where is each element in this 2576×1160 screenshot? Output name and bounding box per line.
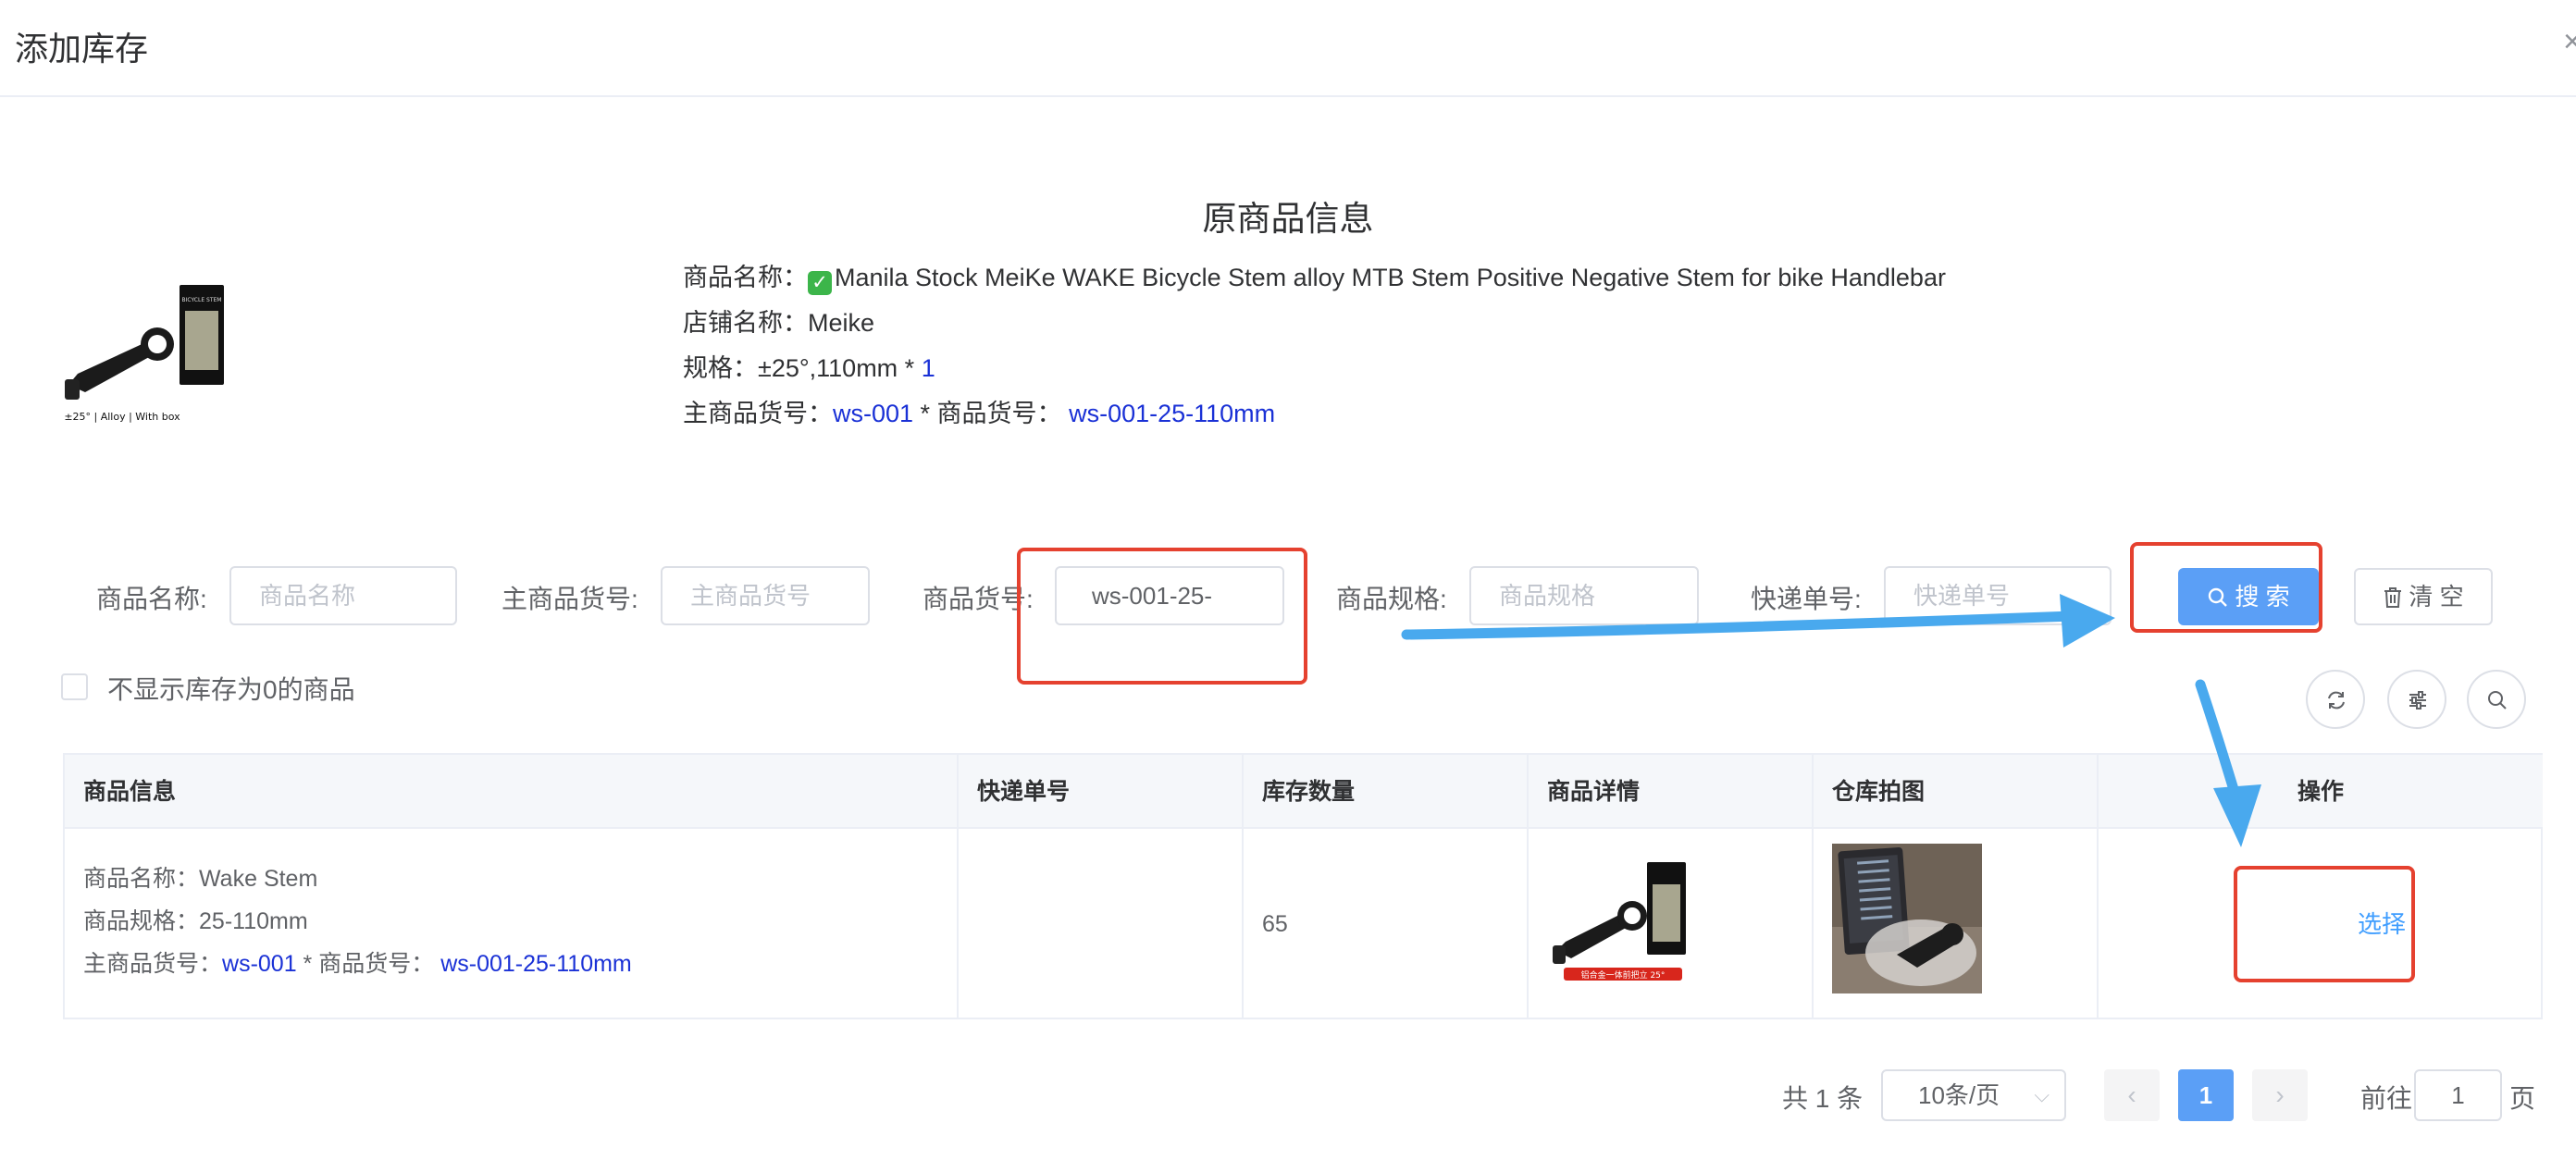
- arrow-head-search: [2060, 594, 2115, 648]
- arrow-head-select: [2213, 784, 2261, 847]
- arrow-to-search: [1401, 611, 2078, 640]
- annotation-arrows: [1401, 594, 2261, 847]
- arrow-to-select: [2195, 679, 2241, 801]
